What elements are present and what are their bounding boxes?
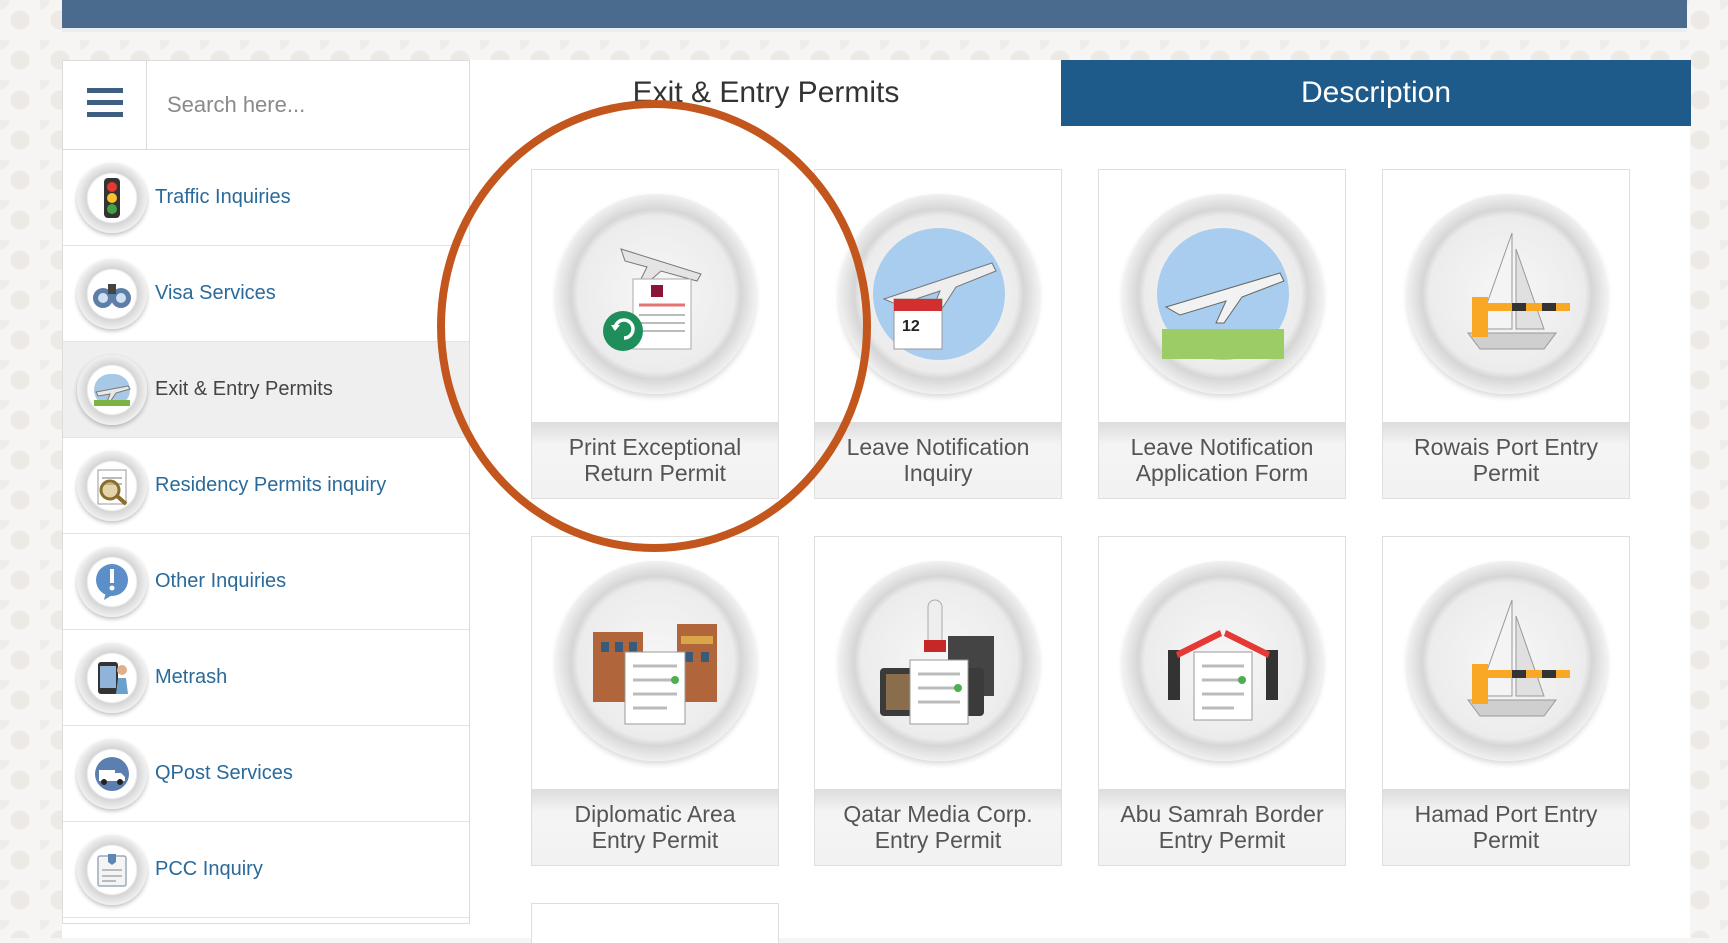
service-card-leave-notification-inquiry[interactable]: 12 Leave Notification Inquiry [814,169,1062,499]
sailboat-barrier-icon [1407,561,1607,761]
sidebar-item-label: Other Inquiries [155,570,287,592]
card-title-line2: Application Form [1135,460,1309,486]
sidebar-item-metrash[interactable]: Metrash [63,630,469,726]
sidebar: Traffic Inquiries Visa Services Exit & E… [62,60,470,924]
svg-text:12: 12 [902,318,920,335]
sidebar-item-exit-entry-permits[interactable]: Exit & Entry Permits [63,342,469,438]
sidebar-item-other-inquiries[interactable]: Other Inquiries [63,534,469,630]
search-bar [63,61,469,150]
plane-document-return-icon [556,194,756,394]
card-title: Abu Samrah Border Entry Permit [1099,789,1345,865]
sidebar-item-visa-services[interactable]: Visa Services [63,246,469,342]
card-title: Leave Notification Inquiry [815,422,1061,498]
media-tv-icon [839,561,1039,761]
card-title-line2: Inquiry [903,460,973,486]
service-card-hamad-port-entry-permit[interactable]: Hamad Port Entry Permit [1382,536,1630,866]
sidebar-item-label: Exit & Entry Permits [155,378,333,400]
sidebar-item-label: Traffic Inquiries [155,186,291,208]
menu-button[interactable] [63,61,147,149]
airplane-icon [77,354,147,425]
border-barrier-icon [1123,561,1323,761]
card-title-line2: Permit [1472,460,1540,486]
sidebar-item-label: Metrash [155,666,228,688]
card-title-line2: Entry Permit [1158,827,1286,853]
card-title: Diplomatic Area Entry Permit [532,789,778,865]
sidebar-item-residency-permits-inquiry[interactable]: Residency Permits inquiry [63,438,469,534]
card-title-line2: Entry Permit [874,827,1002,853]
search-input[interactable] [147,61,469,149]
embassy-building-icon [556,561,756,761]
card-title: Rowais Port Entry Permit [1383,422,1629,498]
card-title-line1: Print Exceptional [568,434,742,460]
plane-calendar-icon: 12 [839,194,1039,394]
sidebar-item-label: Visa Services [155,282,276,304]
service-card-abu-samrah-border-entry-permit[interactable]: Abu Samrah Border Entry Permit [1098,536,1346,866]
top-banner [62,0,1687,32]
service-card-diplomatic-area-entry-permit[interactable]: Diplomatic Area Entry Permit [531,536,779,866]
sidebar-item-traffic-inquiries[interactable]: Traffic Inquiries [63,150,469,246]
card-title-line2: Entry Permit [591,827,719,853]
certificate-icon [77,834,147,905]
hamburger-icon [86,87,123,123]
service-card-rowais-port-entry-permit[interactable]: Rowais Port Entry Permit [1382,169,1630,499]
card-title: Print Exceptional Return Permit [532,422,778,498]
phone-person-icon [77,642,147,713]
sidebar-item-pcc-inquiry[interactable]: PCC Inquiry [63,822,469,918]
card-title: Hamad Port Entry Permit [1383,789,1629,865]
card-title-line1: Rowais Port Entry [1413,434,1599,460]
service-card-leave-notification-application-form[interactable]: Leave Notification Application Form [1098,169,1346,499]
card-title-line2: Permit [1472,827,1540,853]
exclamation-icon [77,546,147,617]
card-title-line1: Leave Notification [1130,434,1314,460]
sailboat-barrier-icon [1407,194,1607,394]
sidebar-item-label: PCC Inquiry [155,858,263,880]
card-title: Leave Notification Application Form [1099,422,1345,498]
tab-exit-entry-permits[interactable]: Exit & Entry Permits [471,60,1061,126]
tab-description[interactable]: Description [1061,60,1691,126]
card-title-line1: Hamad Port Entry [1414,801,1598,827]
service-card-qatar-media-corp-entry-permit[interactable]: Qatar Media Corp. Entry Permit [814,536,1062,866]
card-title-line2: Return Permit [584,460,726,486]
card-title-line1: Diplomatic Area [574,801,736,827]
traffic-light-icon [77,162,147,233]
service-card-print-exceptional-return-permit[interactable]: Print Exceptional Return Permit [531,169,779,499]
card-title-line1: Qatar Media Corp. [843,801,1033,827]
plane-sky-icon [1123,194,1323,394]
card-title-line1: Abu Samrah Border [1120,801,1324,827]
service-card-partial[interactable] [531,903,779,943]
card-title: Qatar Media Corp. Entry Permit [815,789,1061,865]
magnifier-document-icon [77,450,147,521]
card-title-line1: Leave Notification [846,434,1030,460]
delivery-truck-icon [77,738,147,809]
sidebar-item-label: Residency Permits inquiry [155,474,387,496]
binoculars-icon [77,258,147,329]
sidebar-item-label: QPost Services [155,762,293,784]
sidebar-item-qpost-services[interactable]: QPost Services [63,726,469,822]
